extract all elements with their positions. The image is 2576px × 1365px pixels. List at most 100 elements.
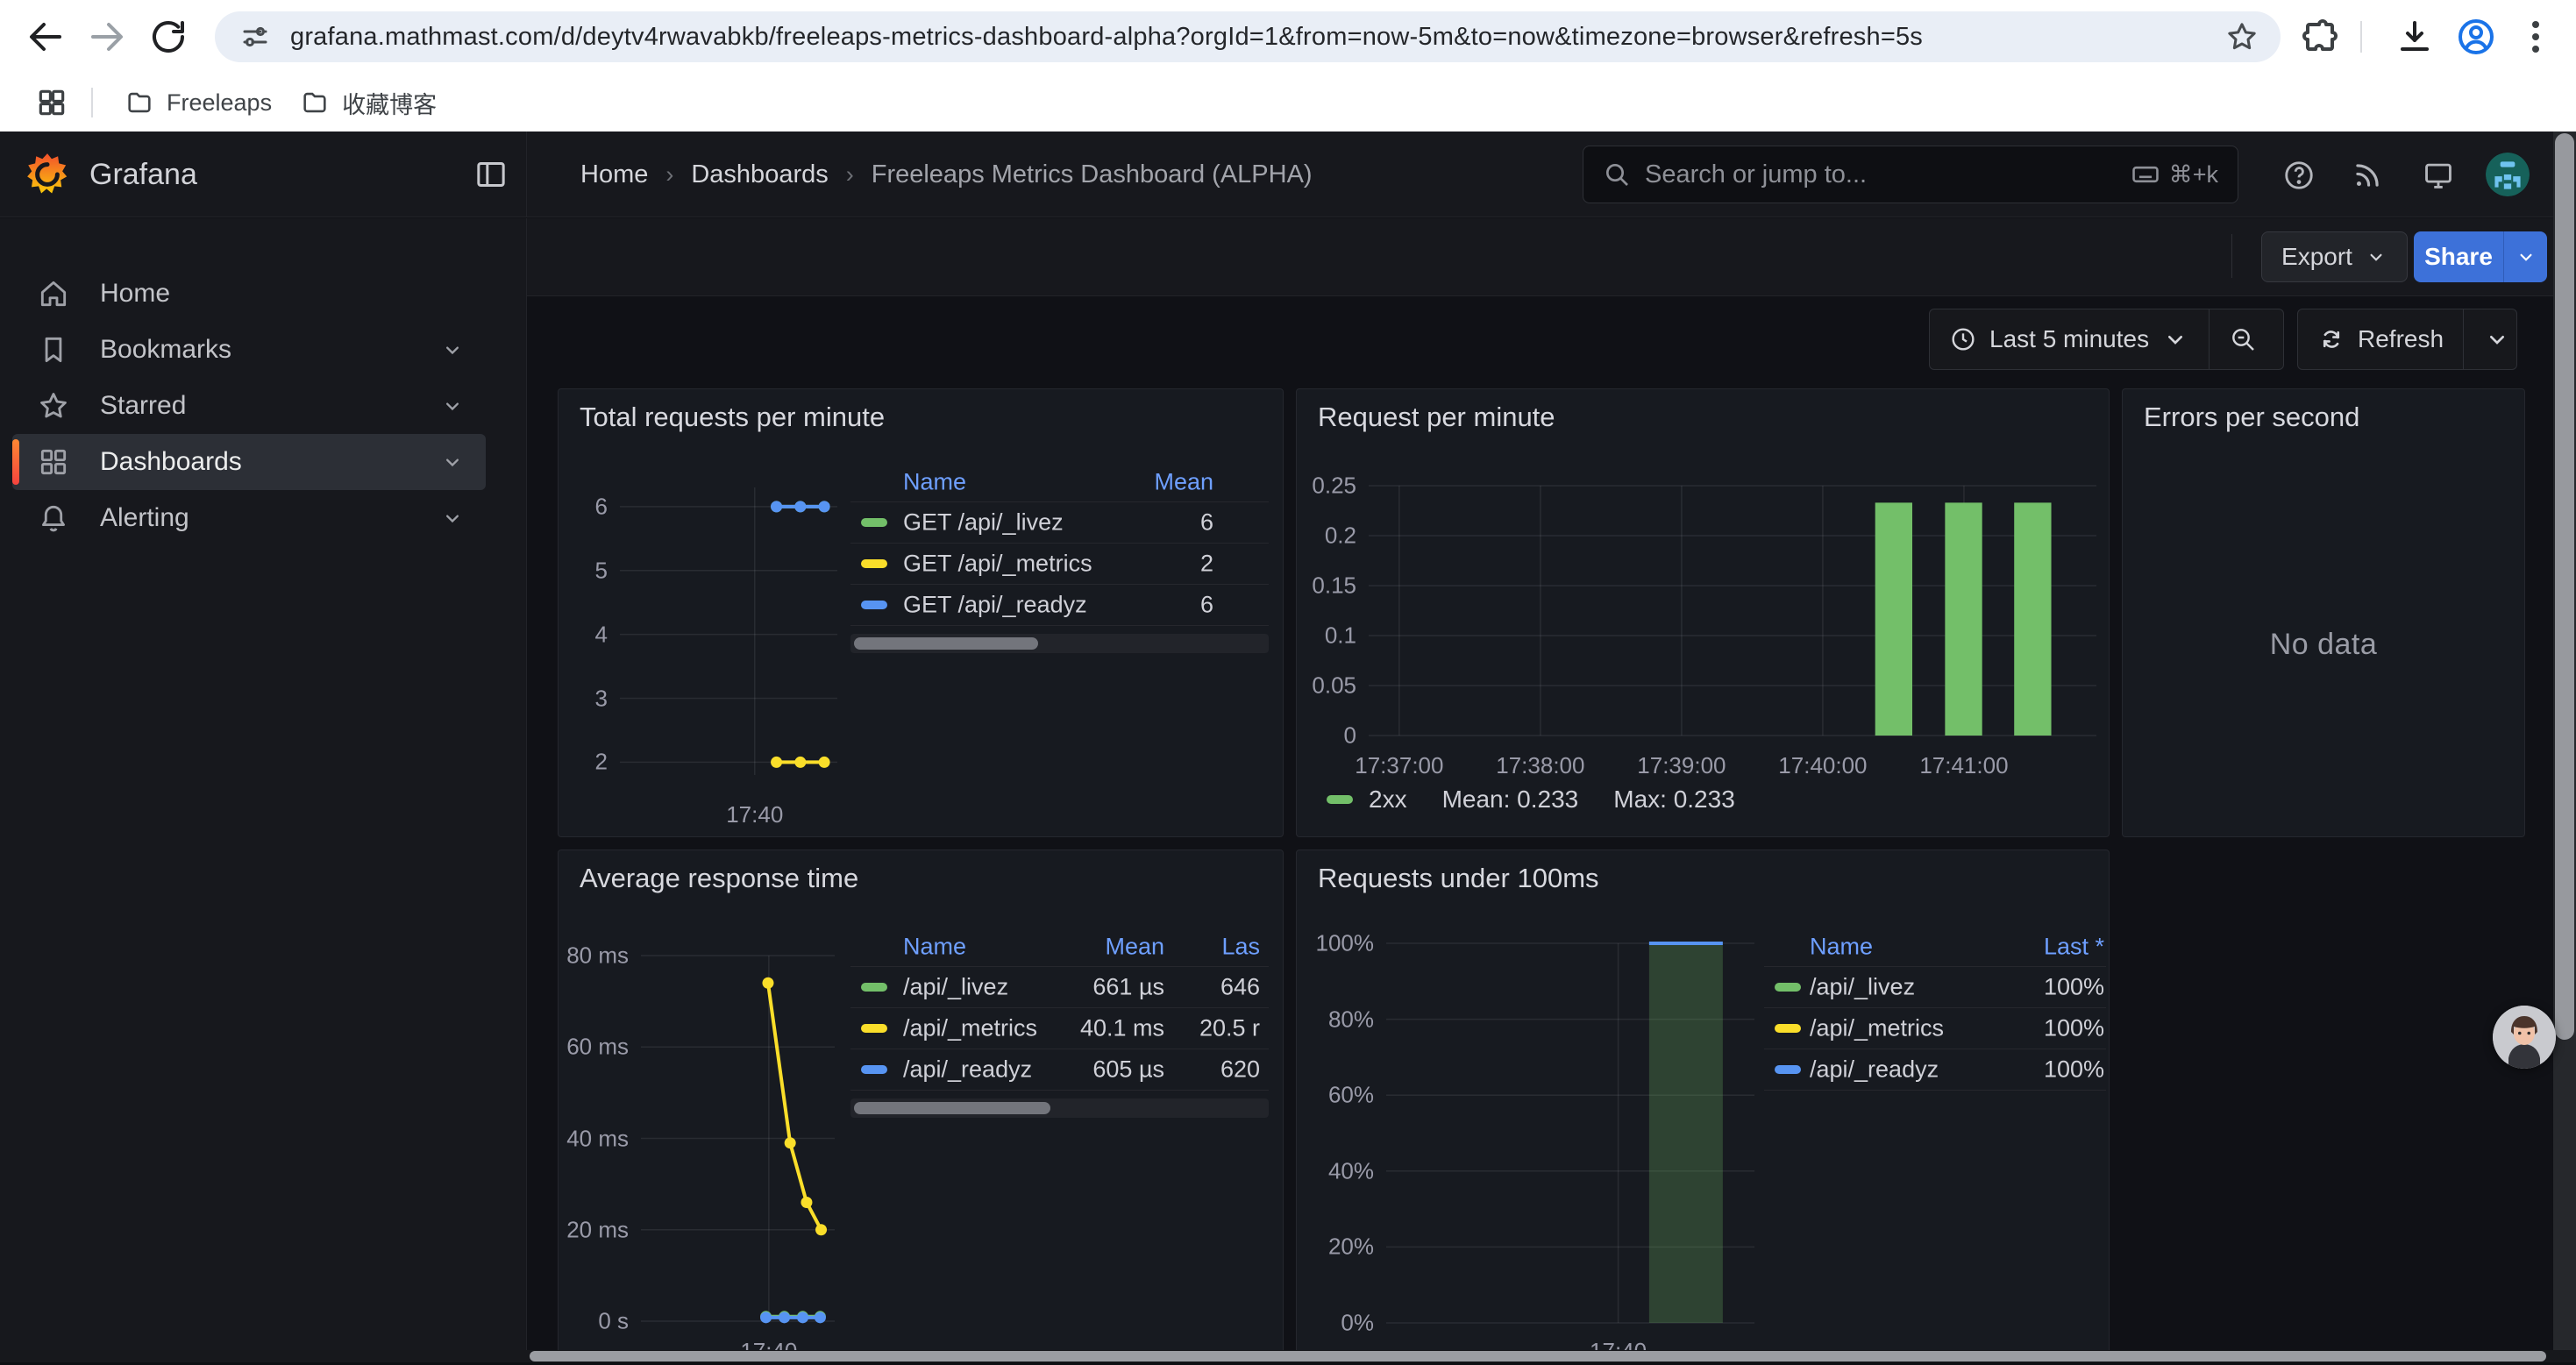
series-swatch[interactable]	[861, 1024, 887, 1033]
monitor-icon[interactable]	[2422, 159, 2455, 192]
bookmark-label: Freeleaps	[167, 89, 272, 117]
y-axis-tick: 5	[559, 557, 608, 584]
legend-column-header[interactable]: Name	[903, 934, 966, 961]
x-axis-tick: 17:38:00	[1496, 752, 1584, 779]
horizontal-scrollbar-thumb[interactable]	[530, 1351, 2546, 1361]
legend-series-name[interactable]: GET /api/_metrics	[903, 550, 1092, 577]
y-axis-tick: 0 s	[559, 1308, 629, 1335]
browser-toolbar: grafana.mathmast.com/d/deytv4rwavabkb/fr…	[0, 0, 2576, 74]
browser-chrome: grafana.mathmast.com/d/deytv4rwavabkb/fr…	[0, 0, 2576, 132]
forward-icon[interactable]	[86, 16, 128, 58]
breadcrumb-separator: ›	[665, 161, 673, 188]
y-axis-tick: 20%	[1297, 1233, 1374, 1261]
search-shortcut: ⌘+k	[2131, 160, 2218, 189]
legend-scrollbar[interactable]	[850, 634, 1269, 653]
menu-kebab-icon[interactable]	[2515, 16, 2557, 58]
reload-icon[interactable]	[147, 16, 189, 58]
zoom-out-button[interactable]	[2209, 309, 2276, 369]
y-axis-tick: 6	[559, 493, 608, 520]
help-icon[interactable]	[2282, 159, 2316, 192]
breadcrumb-dashboards[interactable]: Dashboards	[691, 160, 828, 189]
y-axis-tick: 40 ms	[559, 1125, 629, 1152]
legend-scrollbar[interactable]	[850, 1098, 1269, 1118]
series-swatch[interactable]	[861, 518, 887, 527]
search-input[interactable]: Search or jump to... ⌘+k	[1583, 146, 2238, 203]
url-bar[interactable]: grafana.mathmast.com/d/deytv4rwavabkb/fr…	[215, 11, 2281, 62]
bookmark-star-icon[interactable]	[2224, 19, 2259, 54]
share-menu-button[interactable]	[2503, 231, 2547, 282]
series-swatch[interactable]	[1775, 1024, 1801, 1033]
panel-left-toggle-icon[interactable]	[473, 157, 509, 192]
assistant-avatar[interactable]	[2493, 1006, 2556, 1069]
legend-column-header[interactable]: Name	[903, 469, 966, 496]
series-swatch[interactable]	[1775, 1065, 1801, 1074]
legend-scrollbar-thumb[interactable]	[854, 1102, 1050, 1114]
download-icon[interactable]	[2394, 16, 2436, 58]
bell-icon	[37, 501, 70, 535]
legend-value: 100%	[2044, 973, 2104, 1000]
legend-scrollbar-thumb[interactable]	[854, 637, 1038, 650]
legend-series-name[interactable]: /api/_livez	[903, 973, 1008, 1000]
apps-grid-icon[interactable]	[35, 86, 68, 119]
legend-series-name[interactable]: /api/_readyz	[1810, 1056, 1939, 1083]
back-icon[interactable]	[25, 16, 67, 58]
export-button[interactable]: Export	[2261, 231, 2408, 282]
extensions-icon[interactable]	[2299, 16, 2341, 58]
breadcrumb-home[interactable]: Home	[580, 160, 648, 189]
bookmark-folder-blogs[interactable]: 收藏博客	[286, 79, 451, 127]
series-swatch[interactable]	[861, 559, 887, 568]
series-swatch[interactable]	[861, 601, 887, 609]
legend-column-header[interactable]: Last *	[2044, 934, 2104, 961]
series-swatch[interactable]	[1775, 983, 1801, 992]
chevron-down-icon[interactable]	[440, 506, 465, 530]
legend-series-name[interactable]: /api/_metrics	[903, 1014, 1037, 1042]
profile-icon[interactable]	[2455, 16, 2497, 58]
share-button[interactable]: Share	[2414, 231, 2503, 282]
series-swatch[interactable]	[1327, 795, 1353, 804]
legend-series-name[interactable]: /api/_metrics	[1810, 1014, 1944, 1042]
grafana-logo	[25, 152, 70, 197]
y-axis-tick: 0%	[1297, 1310, 1374, 1337]
legend-value: 6	[1200, 508, 1213, 536]
legend-value: 40.1 ms	[1080, 1014, 1164, 1042]
panel-title[interactable]: Errors per second	[2144, 402, 2359, 433]
actions-separator	[2231, 234, 2232, 278]
legend-series-name[interactable]: GET /api/_livez	[903, 508, 1064, 536]
refresh-interval-button[interactable]	[2463, 309, 2530, 369]
legend-stat: Mean: 0.233	[1442, 786, 1579, 814]
sidebar-item-alerting[interactable]: Alerting	[12, 490, 486, 546]
legend-series-name[interactable]: /api/_livez	[1810, 973, 1915, 1000]
toolbar-separator	[2360, 21, 2362, 53]
refresh-button[interactable]: Refresh	[2298, 309, 2463, 369]
legend-series-name[interactable]: 2xx	[1369, 786, 1407, 814]
x-axis-tick: 17:40	[726, 801, 783, 828]
legend-value: 6	[1200, 591, 1213, 618]
refresh-label: Refresh	[2358, 325, 2444, 353]
time-range-picker[interactable]: Last 5 minutes	[1930, 309, 2209, 369]
y-axis-tick: 20 ms	[559, 1216, 629, 1243]
chevron-down-icon[interactable]	[440, 394, 465, 418]
brand-name: Grafana	[89, 158, 197, 192]
series-swatch[interactable]	[861, 983, 887, 992]
chevron-down-icon[interactable]	[440, 450, 465, 474]
sidebar-item-starred[interactable]: Starred	[12, 378, 486, 434]
legend-column-header[interactable]: Name	[1810, 934, 1873, 961]
legend-column-header[interactable]: Las	[1221, 934, 1260, 961]
site-settings-icon[interactable]	[239, 21, 271, 53]
legend-series-name[interactable]: /api/_readyz	[903, 1056, 1032, 1083]
user-avatar[interactable]	[2486, 153, 2530, 196]
legend-value: 646	[1220, 973, 1260, 1000]
legend-value: 605 µs	[1092, 1056, 1164, 1083]
dashboard-actions-row: Export Share	[527, 218, 2576, 296]
sidebar-item-dashboards[interactable]: Dashboards	[12, 434, 486, 490]
url-text[interactable]: grafana.mathmast.com/d/deytv4rwavabkb/fr…	[290, 23, 2214, 52]
news-icon[interactable]	[2351, 159, 2384, 192]
legend-series-name[interactable]: GET /api/_readyz	[903, 591, 1087, 618]
bookmark-folder-freeleaps[interactable]: Freeleaps	[110, 81, 286, 124]
legend-column-header[interactable]: Mean	[1154, 469, 1213, 496]
vertical-scrollbar-thumb[interactable]	[2555, 133, 2574, 1040]
legend-column-header[interactable]: Mean	[1105, 934, 1164, 961]
series-swatch[interactable]	[861, 1065, 887, 1074]
legend-table: Name Mean GET /api/_livez 6 GET /api/_metric…	[850, 463, 1269, 660]
chevron-down-icon	[2161, 325, 2189, 353]
